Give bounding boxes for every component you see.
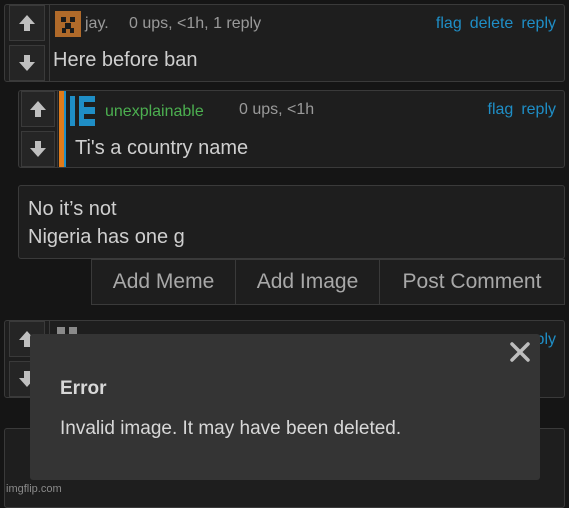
comment-actions: flag delete reply: [436, 15, 556, 33]
reply-text-line1: No it’s not: [28, 198, 117, 220]
comment-text: Ti's a country name: [75, 137, 249, 159]
upvote-button[interactable]: [9, 5, 45, 41]
vote-column: [5, 5, 50, 81]
flag-link[interactable]: flag: [436, 15, 462, 33]
comment-2-reply: unexplainable 0 ups, <1h flag reply Ti's…: [18, 90, 565, 168]
comment-username[interactable]: unexplainable: [105, 103, 204, 121]
downvote-button[interactable]: [21, 131, 55, 167]
add-meme-button[interactable]: Add Meme: [91, 259, 236, 305]
avatar-icon[interactable]: [55, 11, 81, 37]
comment-1: jay. 0 ups, <1h, 1 reply flag delete rep…: [4, 4, 565, 82]
modal-title: Error: [60, 378, 107, 399]
flag-link[interactable]: flag: [488, 101, 514, 119]
downvote-arrow-icon: [19, 55, 35, 71]
comment-actions: flag reply: [488, 101, 556, 119]
add-image-button[interactable]: Add Image: [235, 259, 380, 305]
downvote-button[interactable]: [9, 45, 45, 81]
upvote-arrow-icon: [19, 15, 35, 31]
upvote-button[interactable]: [21, 91, 55, 127]
error-modal: Error Invalid image. It may have been de…: [30, 334, 540, 480]
comment-text: Here before ban: [53, 49, 198, 71]
reply-indent-bar-inner: [64, 91, 66, 167]
modal-message: Invalid image. It may have been deleted.: [60, 418, 402, 439]
reply-textarea[interactable]: No it’s not Nigeria has one g: [18, 185, 565, 259]
post-comment-button[interactable]: Post Comment: [379, 259, 565, 305]
close-icon[interactable]: [508, 340, 532, 364]
watermark: imgflip.com: [6, 483, 62, 495]
avatar-icon[interactable]: [69, 95, 97, 127]
reply-text-line2: Nigeria has one g: [28, 226, 185, 248]
comment-meta: 0 ups, <1h, 1 reply: [129, 15, 262, 32]
comment-meta: 0 ups, <1h: [239, 101, 315, 118]
reply-link[interactable]: reply: [521, 101, 556, 119]
delete-link[interactable]: delete: [470, 15, 514, 33]
downvote-arrow-icon: [30, 141, 46, 157]
upvote-arrow-icon: [30, 101, 46, 117]
vote-column: [19, 91, 58, 167]
reply-link[interactable]: reply: [521, 15, 556, 33]
comment-username[interactable]: jay.: [85, 15, 109, 33]
